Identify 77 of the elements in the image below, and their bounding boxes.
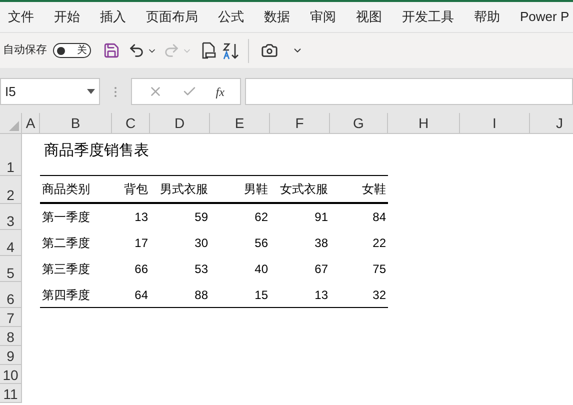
table-cell-text: 第一季度 [41,209,91,226]
table-cell-text: 第三季度 [41,261,91,278]
table-cell-text: 67 [314,261,329,278]
table-cell-text: 88 [194,286,209,304]
column-header[interactable]: J [530,113,573,133]
table-cell-text: 62 [254,209,269,226]
column-heading: 商品类别 [41,181,91,198]
table-cell-text: 53 [194,261,209,278]
column-header[interactable]: E [210,113,270,133]
table-cell-text: 40 [254,261,269,278]
sort-icon[interactable] [222,42,240,60]
column-header[interactable]: F [270,113,330,133]
ribbon-tab[interactable]: 开发工具 [402,7,454,27]
table-cell-text: 第四季度 [41,286,91,304]
column-heading: 男鞋 [243,181,269,198]
table-cell-text: 66 [134,261,149,278]
row-header[interactable]: 8 [0,327,22,346]
ribbon-tab[interactable]: 数据 [264,7,290,27]
toggle-knob-icon [57,46,65,54]
ribbon-tab[interactable]: 视图 [356,7,382,27]
row-header[interactable]: 4 [0,230,22,256]
table-cell-text: 84 [372,209,387,226]
column-heading: 女式衣服 [279,181,329,198]
ribbon-tab[interactable]: 开始 [54,7,80,27]
drag-handle-icon[interactable] [114,86,117,98]
table-cell-text: 38 [314,235,329,252]
ribbon-tab[interactable]: 页面布局 [146,7,198,27]
column-heading: 男式衣服 [159,181,209,198]
row-header[interactable]: 10 [0,365,22,384]
dropdown-caret-icon[interactable] [87,89,95,94]
row-header[interactable]: 9 [0,346,22,365]
table-cell-text: 75 [372,261,387,278]
row-header[interactable]: 1 [0,134,22,176]
table-cell-text: 91 [314,209,329,226]
column-header[interactable]: H [388,113,460,133]
name-box[interactable]: I5 [0,78,100,105]
insert-function-button[interactable]: fx [216,82,224,100]
autosave-toggle[interactable]: 关 [53,43,91,58]
column-header[interactable]: A [22,113,40,133]
table-cell-text: 56 [254,235,269,252]
column-header[interactable]: G [330,113,388,133]
table-title: 商品季度销售表 [40,134,388,176]
table-cell-text: 22 [372,235,387,252]
table-cell-text: 64 [134,286,149,304]
column-header[interactable]: C [112,113,150,133]
ribbon-tab[interactable]: 审阅 [310,7,336,27]
table-cell-text: 30 [194,235,209,252]
row-header[interactable]: 2 [0,176,22,204]
table-cell-text: 17 [134,235,149,252]
ribbon-tab[interactable]: 帮助 [474,7,500,27]
table-cell-text: 13 [134,209,149,226]
table-cell-text: 第二季度 [41,235,91,252]
redo-icon [163,42,180,59]
camera-icon[interactable] [261,42,278,59]
table-cell-text: 13 [314,286,329,304]
table-cell-text: 15 [254,286,269,304]
column-header[interactable]: B [40,113,112,133]
row-header[interactable]: 11 [0,384,22,403]
ribbon-tab[interactable]: 文件 [8,7,34,27]
row-header[interactable]: 7 [0,308,22,327]
table-cell-text: 59 [194,209,209,226]
ribbon-tab[interactable]: 公式 [218,7,244,27]
column-header[interactable]: I [460,113,530,133]
ribbon-tab[interactable]: 插入 [100,7,126,27]
column-heading: 背包 [123,181,149,198]
table-cell-text: 32 [372,286,387,304]
column-heading: 女鞋 [361,181,387,198]
undo-icon[interactable] [128,42,145,59]
row-header[interactable]: 6 [0,282,22,308]
print-preview-icon[interactable] [202,42,216,59]
save-icon[interactable] [103,42,120,59]
formula-input[interactable] [245,78,573,105]
autosave-label: 自动保存 [3,43,47,58]
row-header[interactable]: 3 [0,204,22,230]
ribbon-tab[interactable]: Power P [520,7,570,27]
row-header[interactable]: 5 [0,256,22,282]
column-header[interactable]: D [150,113,210,133]
